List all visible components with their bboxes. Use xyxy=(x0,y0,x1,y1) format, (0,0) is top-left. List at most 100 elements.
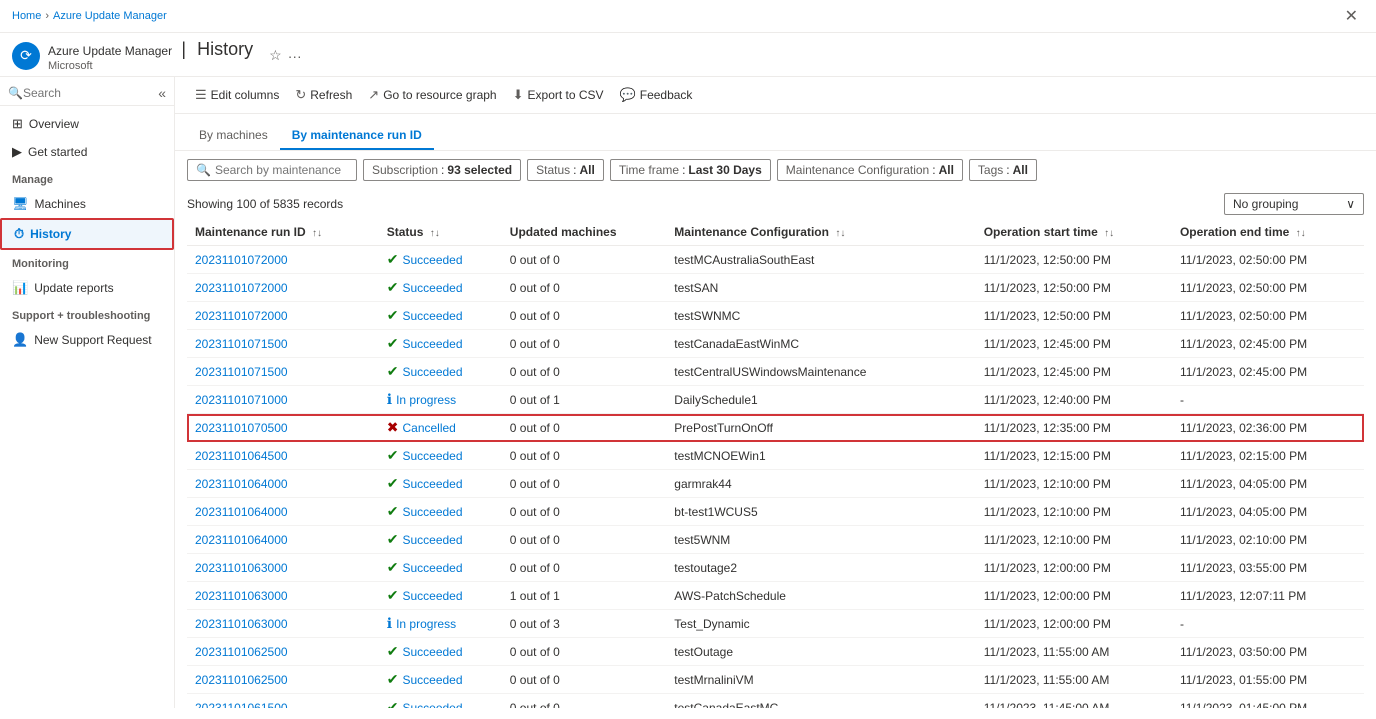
status-link[interactable]: Succeeded xyxy=(402,309,462,323)
run-id-link[interactable]: 20231101063000 xyxy=(195,589,288,603)
sidebar-item-new-support[interactable]: 👤 New Support Request xyxy=(0,326,174,354)
run-id-link[interactable]: 20231101062500 xyxy=(195,645,288,659)
table-row[interactable]: 20231101061500 ✔ Succeeded 0 out of 0 te… xyxy=(187,694,1364,709)
col-updated-machines[interactable]: Updated machines xyxy=(502,219,667,246)
filter-search-input[interactable] xyxy=(215,163,345,177)
run-id-link[interactable]: 20231101071500 xyxy=(195,337,288,351)
col-status[interactable]: Status ↑↓ xyxy=(379,219,502,246)
status-link[interactable]: Succeeded xyxy=(402,505,462,519)
run-id-link[interactable]: 20231101064500 xyxy=(195,449,288,463)
title-actions: ☆ ··· xyxy=(269,47,302,64)
run-id-link[interactable]: 20231101063000 xyxy=(195,617,288,631)
run-id-link[interactable]: 20231101062500 xyxy=(195,673,288,687)
cell-run-id: 20231101071500 xyxy=(187,358,379,386)
more-options-icon[interactable]: ··· xyxy=(288,48,302,64)
table-row[interactable]: 20231101064000 ✔ Succeeded 0 out of 0 bt… xyxy=(187,498,1364,526)
sort-start-icon: ↑↓ xyxy=(1104,228,1114,239)
status-link[interactable]: Succeeded xyxy=(402,253,462,267)
status-link[interactable]: In progress xyxy=(396,617,456,631)
table-row[interactable]: 20231101062500 ✔ Succeeded 0 out of 0 te… xyxy=(187,666,1364,694)
run-id-link[interactable]: 20231101064000 xyxy=(195,533,288,547)
org-label: Microsoft xyxy=(48,60,253,72)
filter-time-frame[interactable]: Time frame : Last 30 Days xyxy=(610,159,771,181)
table-row[interactable]: 20231101064000 ✔ Succeeded 0 out of 0 te… xyxy=(187,526,1364,554)
sidebar-search-container: 🔍 « xyxy=(0,81,174,106)
table-row[interactable]: 20231101071500 ✔ Succeeded 0 out of 0 te… xyxy=(187,358,1364,386)
table-row[interactable]: 20231101072000 ✔ Succeeded 0 out of 0 te… xyxy=(187,302,1364,330)
cell-updated-machines: 0 out of 0 xyxy=(502,470,667,498)
run-id-link[interactable]: 20231101064000 xyxy=(195,477,288,491)
favorite-icon[interactable]: ☆ xyxy=(269,47,282,64)
run-id-link[interactable]: 20231101072000 xyxy=(195,309,288,323)
status-link[interactable]: Succeeded xyxy=(402,701,462,709)
table-row[interactable]: 20231101072000 ✔ Succeeded 0 out of 0 te… xyxy=(187,274,1364,302)
edit-columns-button[interactable]: ☰ Edit columns xyxy=(187,83,287,107)
table-row[interactable]: 20231101071500 ✔ Succeeded 0 out of 0 te… xyxy=(187,330,1364,358)
table-row[interactable]: 20231101063000 ℹ In progress 0 out of 3 … xyxy=(187,610,1364,638)
status-link[interactable]: Cancelled xyxy=(402,421,455,435)
sidebar-item-get-started[interactable]: ▶ Get started xyxy=(0,138,174,166)
toolbar: ☰ Edit columns ↻ Refresh ↗ Go to resourc… xyxy=(175,77,1376,114)
grouping-dropdown[interactable]: No grouping ∨ xyxy=(1224,193,1364,215)
run-id-link[interactable]: 20231101070500 xyxy=(195,421,288,435)
sidebar-search-input[interactable] xyxy=(23,86,154,100)
run-id-link[interactable]: 20231101071000 xyxy=(195,393,288,407)
table-row[interactable]: 20231101063000 ✔ Succeeded 0 out of 0 te… xyxy=(187,554,1364,582)
cell-status: ℹ In progress xyxy=(379,610,502,638)
refresh-button[interactable]: ↻ Refresh xyxy=(287,83,360,107)
table-row[interactable]: 20231101062500 ✔ Succeeded 0 out of 0 te… xyxy=(187,638,1364,666)
table-container: Maintenance run ID ↑↓ Status ↑↓ Updated … xyxy=(175,219,1376,708)
table-row[interactable]: 20231101064000 ✔ Succeeded 0 out of 0 ga… xyxy=(187,470,1364,498)
col-run-id[interactable]: Maintenance run ID ↑↓ xyxy=(187,219,379,246)
table-row[interactable]: 20231101064500 ✔ Succeeded 0 out of 0 te… xyxy=(187,442,1364,470)
sidebar-item-machines[interactable]: 🖥 Machines xyxy=(0,190,174,218)
table-row[interactable]: 20231101071000 ℹ In progress 0 out of 1 … xyxy=(187,386,1364,414)
status-link[interactable]: Succeeded xyxy=(402,645,462,659)
content-area: ☰ Edit columns ↻ Refresh ↗ Go to resourc… xyxy=(175,77,1376,708)
run-id-link[interactable]: 20231101072000 xyxy=(195,253,288,267)
col-op-start[interactable]: Operation start time ↑↓ xyxy=(976,219,1172,246)
status-link[interactable]: Succeeded xyxy=(402,281,462,295)
filter-tags[interactable]: Tags : All xyxy=(969,159,1037,181)
filter-subscription[interactable]: Subscription : 93 selected xyxy=(363,159,521,181)
tab-by-maintenance-run-id[interactable]: By maintenance run ID xyxy=(280,122,434,150)
run-id-link[interactable]: 20231101061500 xyxy=(195,701,288,709)
cell-op-start: 11/1/2023, 12:35:00 PM xyxy=(976,414,1172,442)
breadcrumb-parent[interactable]: Azure Update Manager xyxy=(53,10,167,22)
cell-op-start: 11/1/2023, 12:50:00 PM xyxy=(976,302,1172,330)
feedback-button[interactable]: 💬 Feedback xyxy=(612,83,701,107)
filter-maintenance-config[interactable]: Maintenance Configuration : All xyxy=(777,159,963,181)
sidebar-item-history[interactable]: ⏱ History xyxy=(0,218,174,250)
status-link[interactable]: Succeeded xyxy=(402,589,462,603)
sidebar-item-overview[interactable]: ⊞ Overview xyxy=(0,110,174,138)
status-link[interactable]: Succeeded xyxy=(402,533,462,547)
col-maintenance-config[interactable]: Maintenance Configuration ↑↓ xyxy=(666,219,975,246)
status-link[interactable]: Succeeded xyxy=(402,561,462,575)
col-op-end[interactable]: Operation end time ↑↓ xyxy=(1172,219,1364,246)
status-link[interactable]: In progress xyxy=(396,393,456,407)
run-id-link[interactable]: 20231101072000 xyxy=(195,281,288,295)
status-link[interactable]: Succeeded xyxy=(402,365,462,379)
cell-op-start: 11/1/2023, 11:55:00 AM xyxy=(976,666,1172,694)
close-button[interactable]: ✕ xyxy=(1339,4,1364,28)
table-row[interactable]: 20231101072000 ✔ Succeeded 0 out of 0 te… xyxy=(187,246,1364,274)
run-id-link[interactable]: 20231101071500 xyxy=(195,365,288,379)
status-link[interactable]: Succeeded xyxy=(402,449,462,463)
table-row[interactable]: 20231101063000 ✔ Succeeded 1 out of 1 AW… xyxy=(187,582,1364,610)
run-id-link[interactable]: 20231101063000 xyxy=(195,561,288,575)
table-row[interactable]: 20231101070500 ✖ Cancelled 0 out of 0 Pr… xyxy=(187,414,1364,442)
sidebar-collapse-icon[interactable]: « xyxy=(158,85,166,101)
filter-status[interactable]: Status : All xyxy=(527,159,604,181)
resource-graph-button[interactable]: ↗ Go to resource graph xyxy=(360,83,504,107)
breadcrumb-home[interactable]: Home xyxy=(12,10,41,22)
export-csv-button[interactable]: ⬇ Export to CSV xyxy=(505,83,612,107)
tab-by-machines[interactable]: By machines xyxy=(187,122,280,150)
cell-run-id: 20231101071500 xyxy=(187,330,379,358)
sidebar-item-label-overview: Overview xyxy=(29,117,79,131)
status-link[interactable]: Succeeded xyxy=(402,337,462,351)
cell-op-start: 11/1/2023, 12:00:00 PM xyxy=(976,554,1172,582)
status-link[interactable]: Succeeded xyxy=(402,673,462,687)
sidebar-item-update-reports[interactable]: 📊 Update reports xyxy=(0,274,174,302)
status-link[interactable]: Succeeded xyxy=(402,477,462,491)
run-id-link[interactable]: 20231101064000 xyxy=(195,505,288,519)
